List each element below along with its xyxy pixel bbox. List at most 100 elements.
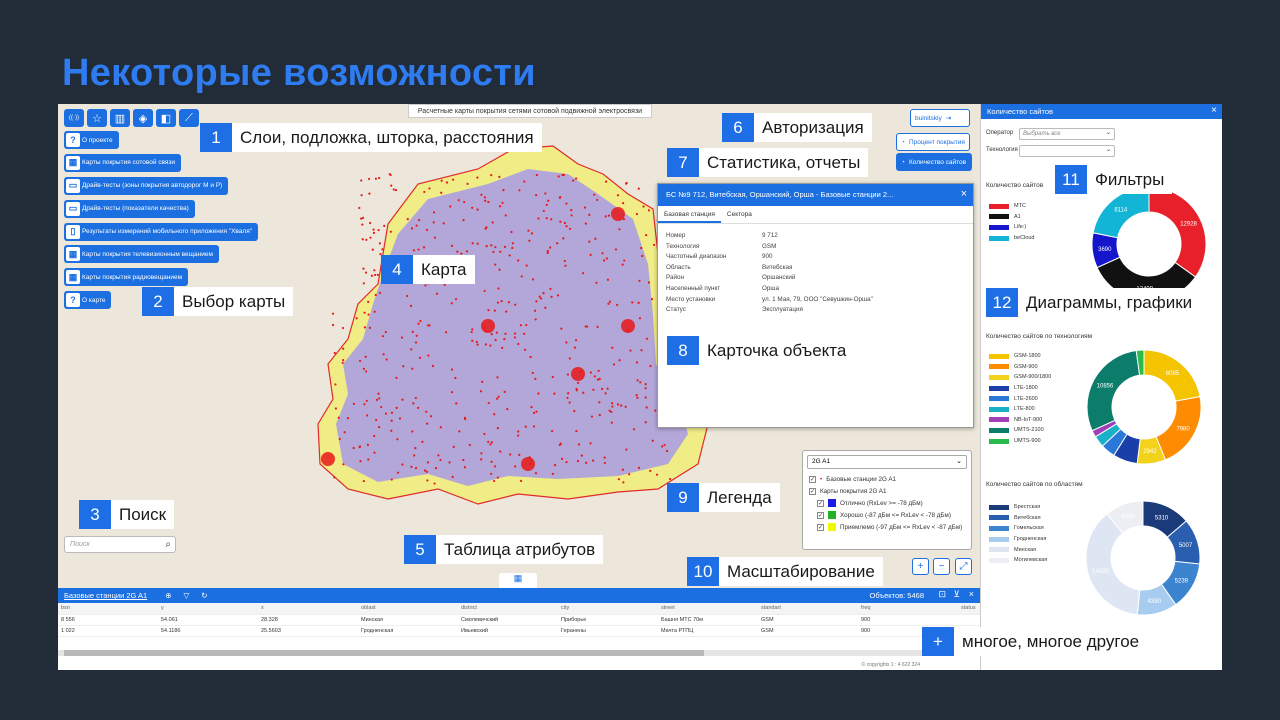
donut-slice[interactable] xyxy=(1101,428,1128,457)
station-dot xyxy=(414,341,418,344)
zoom-to-icon[interactable]: ⊕ xyxy=(165,591,171,600)
column-header[interactable]: city xyxy=(558,603,658,615)
station-dot xyxy=(432,211,436,214)
legend-item: ✓ Хорошо (-87 дБм <= RxLev < -78 дБм) xyxy=(809,509,965,521)
station-dot xyxy=(590,415,594,418)
donut-slice[interactable] xyxy=(1091,419,1118,438)
callout-text: Выбор карты xyxy=(182,291,286,311)
map-menu-item[interactable]: ▯ Результаты измерений мобильного приложе… xyxy=(64,222,259,241)
map-menu-item[interactable]: ? О карте xyxy=(64,291,112,310)
donut-slice[interactable] xyxy=(1091,232,1121,269)
donut-slice[interactable] xyxy=(1155,396,1202,461)
close-icon[interactable]: × xyxy=(969,589,974,599)
donut-slice[interactable] xyxy=(1094,423,1122,447)
map-menu-item[interactable]: ▦ Карты покрытия телевизионным вещанием xyxy=(64,245,219,264)
station-dot xyxy=(588,213,591,216)
coverage-percent-button[interactable]: ◔ Процент покрытия xyxy=(896,133,970,151)
legend-checkbox[interactable]: ✓ xyxy=(817,499,824,507)
export-icon[interactable]: ⊡ xyxy=(938,589,946,600)
filter-icon[interactable]: ▽ xyxy=(183,591,189,600)
donut-slice[interactable] xyxy=(1136,436,1167,465)
station-dot xyxy=(411,367,414,370)
station-dot xyxy=(471,242,474,245)
station-dot xyxy=(381,248,384,251)
ruler-icon[interactable]: ⟋ xyxy=(179,109,199,127)
table-row[interactable]: 8 556 54.061 28.328 Минская Смолевичский Приб… xyxy=(58,614,980,626)
map-menu-item[interactable]: ▭ Драйв-тесты (зоны покрытия автодорог М … xyxy=(64,176,229,195)
station-dot xyxy=(468,443,471,447)
map-menu-item[interactable]: ▦ Карты покрытия радиовещанием xyxy=(64,268,189,287)
close-icon[interactable]: × xyxy=(961,188,967,200)
donut-slice[interactable] xyxy=(1113,433,1141,465)
star-icon[interactable]: ☆ xyxy=(87,109,107,127)
donut-slice[interactable] xyxy=(1143,349,1201,402)
donut-slice[interactable] xyxy=(1142,500,1188,538)
logout-icon[interactable]: ⇥ xyxy=(946,114,951,122)
card-tab[interactable]: Базовая станция xyxy=(658,206,721,223)
user-button[interactable]: buinitskiy ⇥ xyxy=(910,109,970,127)
card-tab[interactable]: Сектора xyxy=(721,206,758,223)
station-dot xyxy=(544,306,547,309)
station-dot xyxy=(426,324,430,327)
antenna-icon[interactable]: ((·)) xyxy=(64,109,84,127)
map-menu-item[interactable]: ? О проекте xyxy=(64,131,119,149)
column-header[interactable]: standart xyxy=(758,603,858,615)
column-header[interactable]: street xyxy=(658,603,758,615)
donut-slice[interactable] xyxy=(1092,186,1150,239)
legend-label: Базовые станции 2G A1 xyxy=(826,475,897,483)
site-count-button[interactable]: ◔ Количество сайтов xyxy=(896,153,972,171)
station-dot xyxy=(361,223,364,226)
download-icon[interactable]: ⊻ xyxy=(953,589,960,600)
station-dot xyxy=(331,323,335,327)
station-dot xyxy=(406,294,409,298)
donut-slice[interactable] xyxy=(1136,583,1177,616)
legend-checkbox[interactable]: ✓ xyxy=(817,523,824,531)
legend-checkbox[interactable]: ✓ xyxy=(809,487,816,495)
legend-layer-select[interactable]: 2G A1 ⌄ xyxy=(807,455,967,469)
chart-legend-technologies: GSM-1800 GSM-900 GSM-900/1800 LTE-1800 LTE-2… xyxy=(989,351,1051,446)
card-row-value: GSM xyxy=(762,242,777,250)
donut-slice[interactable] xyxy=(1086,349,1141,432)
column-header[interactable]: x xyxy=(258,603,358,615)
station-dot xyxy=(593,193,596,196)
donut-slice[interactable] xyxy=(1085,513,1141,616)
station-dot xyxy=(449,205,452,208)
table-row[interactable]: 1 022 54.1186 25.5603 Гродненская Ивьевский Г… xyxy=(58,625,980,637)
close-icon[interactable]: × xyxy=(1211,105,1217,116)
map-menu-item[interactable]: ▭ Драйв-тесты (показатели качества) xyxy=(64,199,195,218)
column-header[interactable]: district xyxy=(458,603,558,615)
operator-select[interactable]: Выбрать все ⌄ xyxy=(1019,128,1115,140)
refresh-icon[interactable]: ↻ xyxy=(201,591,207,600)
zoom-in-button[interactable]: + xyxy=(912,558,929,575)
table-toggle-button[interactable]: ▦ xyxy=(499,573,537,588)
zoom-out-button[interactable]: − xyxy=(933,558,950,575)
legend-checkbox[interactable]: ✓ xyxy=(817,511,824,519)
donut-slice[interactable] xyxy=(1135,349,1145,376)
search-icon[interactable]: ⌕ xyxy=(165,539,171,550)
horizontal-scrollbar[interactable] xyxy=(58,650,980,656)
column-header[interactable]: y xyxy=(158,603,258,615)
split-icon[interactable]: ◧ xyxy=(156,109,176,127)
map-icon[interactable]: ▥ xyxy=(110,109,130,127)
donut-slice[interactable] xyxy=(1148,186,1207,278)
column-header[interactable]: freq xyxy=(858,603,958,615)
donut-slice[interactable] xyxy=(1166,520,1201,565)
attr-table-title[interactable]: Базовые станции 2G A1 xyxy=(64,591,147,600)
donut-slice[interactable] xyxy=(1106,500,1144,534)
chart-legend-item: beCloud xyxy=(989,233,1035,244)
map-menu-item[interactable]: ▦ Карты покрытия сотовой связи xyxy=(64,153,182,172)
technology-select[interactable]: ⌄ xyxy=(1019,145,1115,157)
table-cell xyxy=(958,614,980,626)
layers-icon[interactable]: ◈ xyxy=(133,109,153,127)
column-header[interactable]: status xyxy=(958,603,980,615)
fullscreen-button[interactable]: ⤢ xyxy=(955,558,972,575)
station-dot xyxy=(497,395,500,398)
station-dot xyxy=(414,396,417,400)
column-header[interactable]: oblast xyxy=(358,603,458,615)
chart-legend-item: UMTS-900 xyxy=(989,436,1051,447)
donut-slice[interactable] xyxy=(1160,560,1201,606)
legend-checkbox[interactable]: ✓ xyxy=(809,475,816,483)
station-dot xyxy=(410,227,414,230)
search-input[interactable]: Поиск ⌕ xyxy=(64,536,176,553)
column-header[interactable]: bsn xyxy=(58,603,158,615)
